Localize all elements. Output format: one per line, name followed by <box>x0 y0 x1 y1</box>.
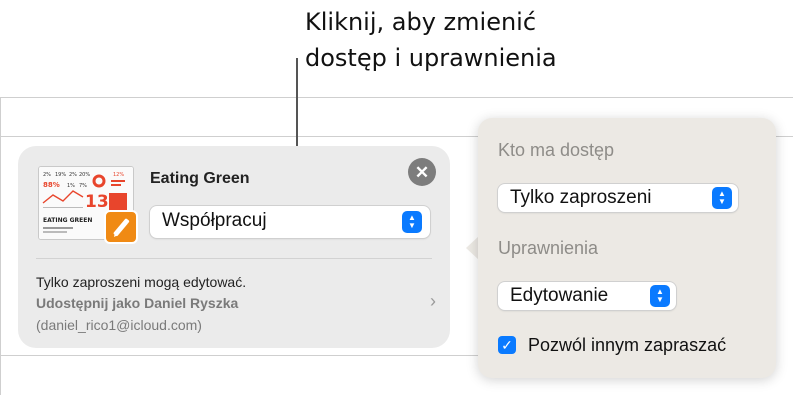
thumb-num-7: 7% <box>79 183 87 189</box>
access-select[interactable]: Tylko zaproszeni ▲ ▼ <box>498 184 738 212</box>
thumb-num-2: 2% <box>69 172 77 178</box>
thumb-num-0: 2% <box>43 172 51 178</box>
thumb-num-1: 19% <box>55 172 66 178</box>
allow-invite-checkbox[interactable]: ✓ <box>498 336 516 354</box>
thumb-heading: EATING GREEN <box>43 217 92 224</box>
callout-annotation: Kliknij, aby zmienić dostęp i uprawnieni… <box>305 4 635 76</box>
thumb-big-number: 13 <box>85 192 109 212</box>
share-card: 2% 19% 2% 20% 12% 88% 1% 7% 13 EATING GR… <box>18 146 450 348</box>
share-as-name[interactable]: Udostępnij jako Daniel Ryszka <box>36 295 238 311</box>
permissions-select-value: Edytowanie <box>510 285 609 306</box>
close-button[interactable]: ✕ <box>408 158 436 186</box>
permissions-heading: Uprawnienia <box>498 238 599 258</box>
access-heading: Kto ma dostęp <box>498 140 615 160</box>
document-title: Eating Green <box>150 170 250 187</box>
card-divider <box>36 258 432 259</box>
callout-line-2: dostęp i uprawnienia <box>305 44 557 72</box>
access-summary: Tylko zaproszeni mogą edytować. <box>36 274 247 290</box>
close-icon: ✕ <box>414 162 430 182</box>
chevron-updown-icon: ▲ ▼ <box>402 211 422 233</box>
collaboration-role-value: Współpracuj <box>162 210 267 231</box>
chevron-right-icon[interactable]: › <box>430 291 436 312</box>
collaboration-role-select[interactable]: Współpracuj ▲ ▼ <box>150 206 430 238</box>
chevron-updown-icon: ▲ ▼ <box>712 187 732 209</box>
share-as-email: (daniel_rico1@icloud.com) <box>36 317 202 333</box>
thumb-num-6: 1% <box>67 183 75 189</box>
chevron-updown-icon: ▲ ▼ <box>650 285 670 307</box>
callout-line-1: Kliknij, aby zmienić <box>305 8 537 36</box>
access-select-value: Tylko zaproszeni <box>510 187 652 208</box>
checkmark-icon: ✓ <box>501 337 513 353</box>
thumb-num-3: 20% <box>79 172 90 178</box>
permissions-select[interactable]: Edytowanie ▲ ▼ <box>498 282 676 310</box>
window-left-border <box>0 97 1 395</box>
access-popover: Kto ma dostęp Tylko zaproszeni ▲ ▼ Uprawn… <box>478 118 776 378</box>
window-top-border <box>0 97 793 98</box>
window-bottom-border <box>0 355 480 356</box>
thumb-num-4: 12% <box>113 172 124 178</box>
allow-invite-label[interactable]: Pozwól innym zapraszać <box>528 335 726 356</box>
thumb-num-5: 88% <box>43 181 60 189</box>
pages-app-icon <box>104 210 138 244</box>
